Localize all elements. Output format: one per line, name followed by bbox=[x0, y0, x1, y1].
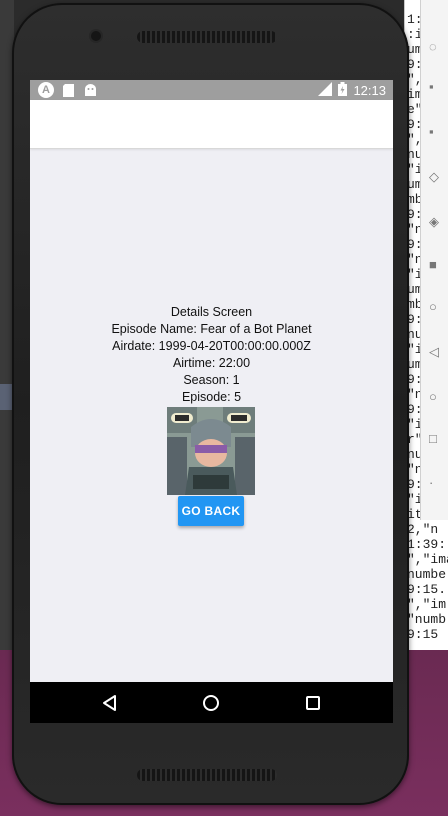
terminal-line: 9:15 bbox=[407, 627, 439, 642]
terminal-line: ","im bbox=[407, 597, 447, 612]
rotate-right-icon[interactable]: ◈ bbox=[429, 215, 443, 229]
terminal-line: 9:15. bbox=[407, 582, 447, 597]
episode-number: Episode: 5 bbox=[181, 390, 242, 404]
status-time: 12:13 bbox=[353, 83, 386, 98]
device-screen: A 12:13 Details Screen Episode Name: Fea… bbox=[30, 80, 393, 723]
screenshot-icon[interactable]: ■ bbox=[429, 258, 443, 272]
details-title: Details Screen bbox=[170, 305, 253, 319]
back-icon[interactable]: ◁ bbox=[429, 345, 443, 359]
details-container: Details Screen Episode Name: Fear of a B… bbox=[30, 304, 393, 406]
app-header bbox=[30, 100, 393, 149]
terminal-line: 2,"n bbox=[407, 522, 439, 537]
app-a-icon: A bbox=[38, 82, 54, 98]
terminal-line: ","ima bbox=[407, 552, 448, 567]
android-icon bbox=[82, 82, 98, 98]
rotate-left-icon[interactable]: ◇ bbox=[429, 170, 443, 184]
terminal-line: numbe bbox=[407, 567, 447, 582]
front-camera bbox=[91, 31, 101, 41]
signal-icon bbox=[318, 82, 333, 99]
status-bar: A 12:13 bbox=[30, 80, 393, 100]
back-icon[interactable] bbox=[101, 694, 119, 712]
zoom-icon[interactable]: ○ bbox=[429, 300, 443, 314]
sd-card-icon bbox=[60, 82, 76, 98]
episode-name: Episode Name: Fear of a Bot Planet bbox=[111, 322, 312, 336]
battery-icon bbox=[338, 82, 348, 99]
recents-icon[interactable] bbox=[304, 694, 322, 712]
volume-down-icon[interactable]: ▪ bbox=[429, 125, 443, 139]
airdate: Airdate: 1999-04-20T00:00:00.000Z bbox=[112, 339, 311, 353]
overview-icon[interactable]: □ bbox=[429, 432, 443, 446]
go-back-button[interactable]: GO BACK bbox=[178, 496, 244, 526]
airtime: Airtime: 22:00 bbox=[172, 356, 251, 370]
more-icon[interactable]: · bbox=[429, 476, 443, 490]
episode-image bbox=[167, 407, 255, 495]
emulator-toolbar[interactable]: ◌ ▪ ▪ ◇ ◈ ■ ○ ◁ ○ □ · bbox=[420, 0, 448, 520]
android-nav-bar bbox=[30, 682, 393, 723]
power-icon[interactable]: ◌ bbox=[429, 40, 443, 54]
home-icon[interactable]: ○ bbox=[429, 390, 443, 404]
season: Season: 1 bbox=[183, 373, 240, 387]
bottom-speaker bbox=[137, 769, 277, 781]
terminal-line: "numb bbox=[407, 612, 447, 627]
terminal-line: 1:39: bbox=[407, 537, 447, 552]
top-speaker bbox=[137, 31, 277, 43]
volume-up-icon[interactable]: ▪ bbox=[429, 80, 443, 94]
home-icon[interactable] bbox=[202, 694, 220, 712]
